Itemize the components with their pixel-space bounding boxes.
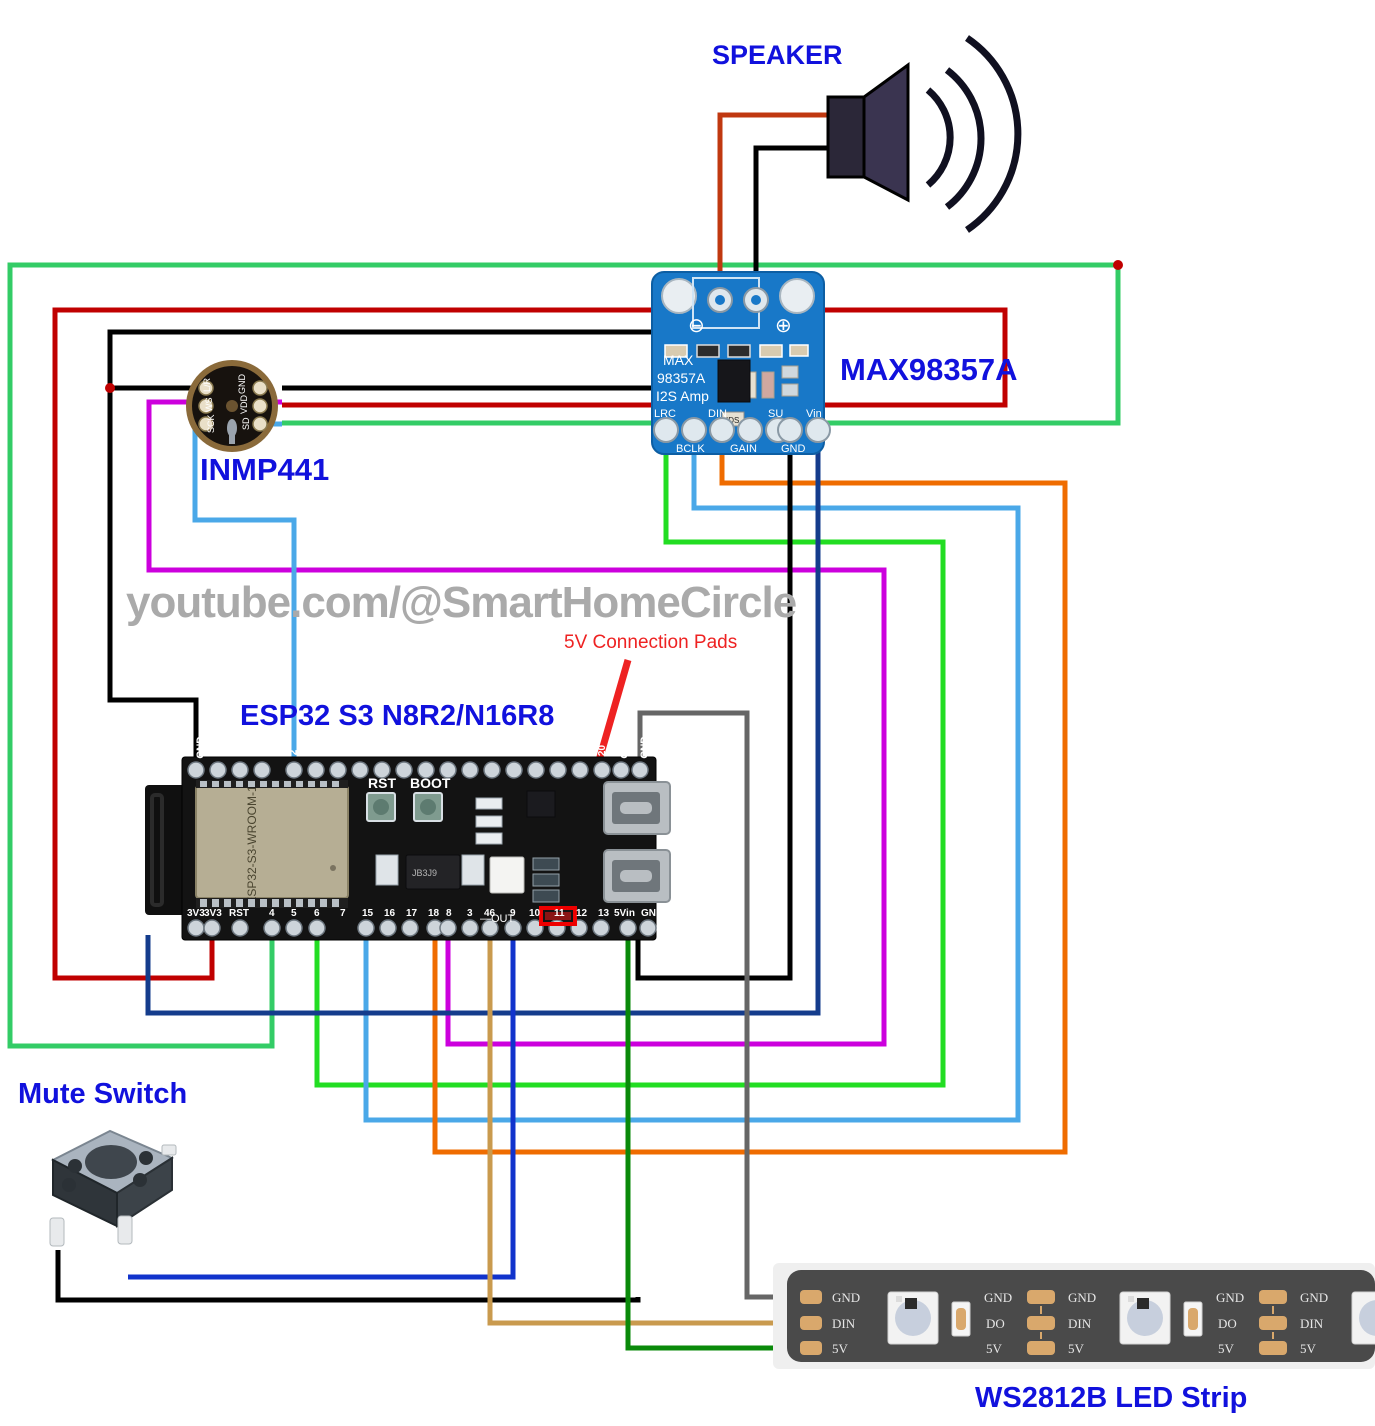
strip-label-gnd: GND	[832, 1290, 860, 1305]
svg-text:GND: GND	[1216, 1290, 1244, 1305]
strip-label-din: DIN	[832, 1316, 856, 1331]
svg-text:DO: DO	[986, 1316, 1005, 1331]
svg-text:DIN: DIN	[1300, 1316, 1324, 1331]
svg-text:5V: 5V	[1300, 1341, 1317, 1356]
watermark-text: youtube.com/@SmartHomeCircle	[126, 578, 797, 627]
svg-text:5V: 5V	[986, 1341, 1003, 1356]
mute-switch-label: Mute Switch	[18, 1078, 188, 1110]
strip-pad-gnd[interactable]	[800, 1290, 822, 1304]
5v-pads-note: 5V Connection Pads	[564, 632, 738, 653]
speaker-label: SPEAKER	[712, 40, 843, 70]
svg-text:DIN: DIN	[1068, 1316, 1092, 1331]
strip-pad-5v[interactable]	[800, 1341, 822, 1355]
svg-text:GND: GND	[1068, 1290, 1096, 1305]
svg-text:5V: 5V	[1068, 1341, 1085, 1356]
led-strip-label: WS2812B LED Strip	[975, 1382, 1248, 1414]
svg-text:DO: DO	[1218, 1316, 1237, 1331]
svg-text:5V: 5V	[1218, 1341, 1235, 1356]
wiring-diagram-canvas: ⊖ ⊕ IDS MAX 98357A I2S Amp LRC DIN SU Vi…	[0, 0, 1375, 1426]
svg-text:GND: GND	[984, 1290, 1012, 1305]
max98357a-label: MAX98357A	[840, 352, 1018, 387]
strip-pad-din[interactable]	[800, 1316, 822, 1330]
ws2812b-strip: GND DIN 5V GND DO 5V GND DIN 5V GND DO 5…	[773, 1263, 1375, 1369]
svg-text:GND: GND	[1300, 1290, 1328, 1305]
esp32-label: ESP32 S3 N8R2/N16R8	[240, 700, 555, 732]
inmp441-label: INMP441	[200, 452, 330, 487]
strip-label-5v: 5V	[832, 1341, 849, 1356]
